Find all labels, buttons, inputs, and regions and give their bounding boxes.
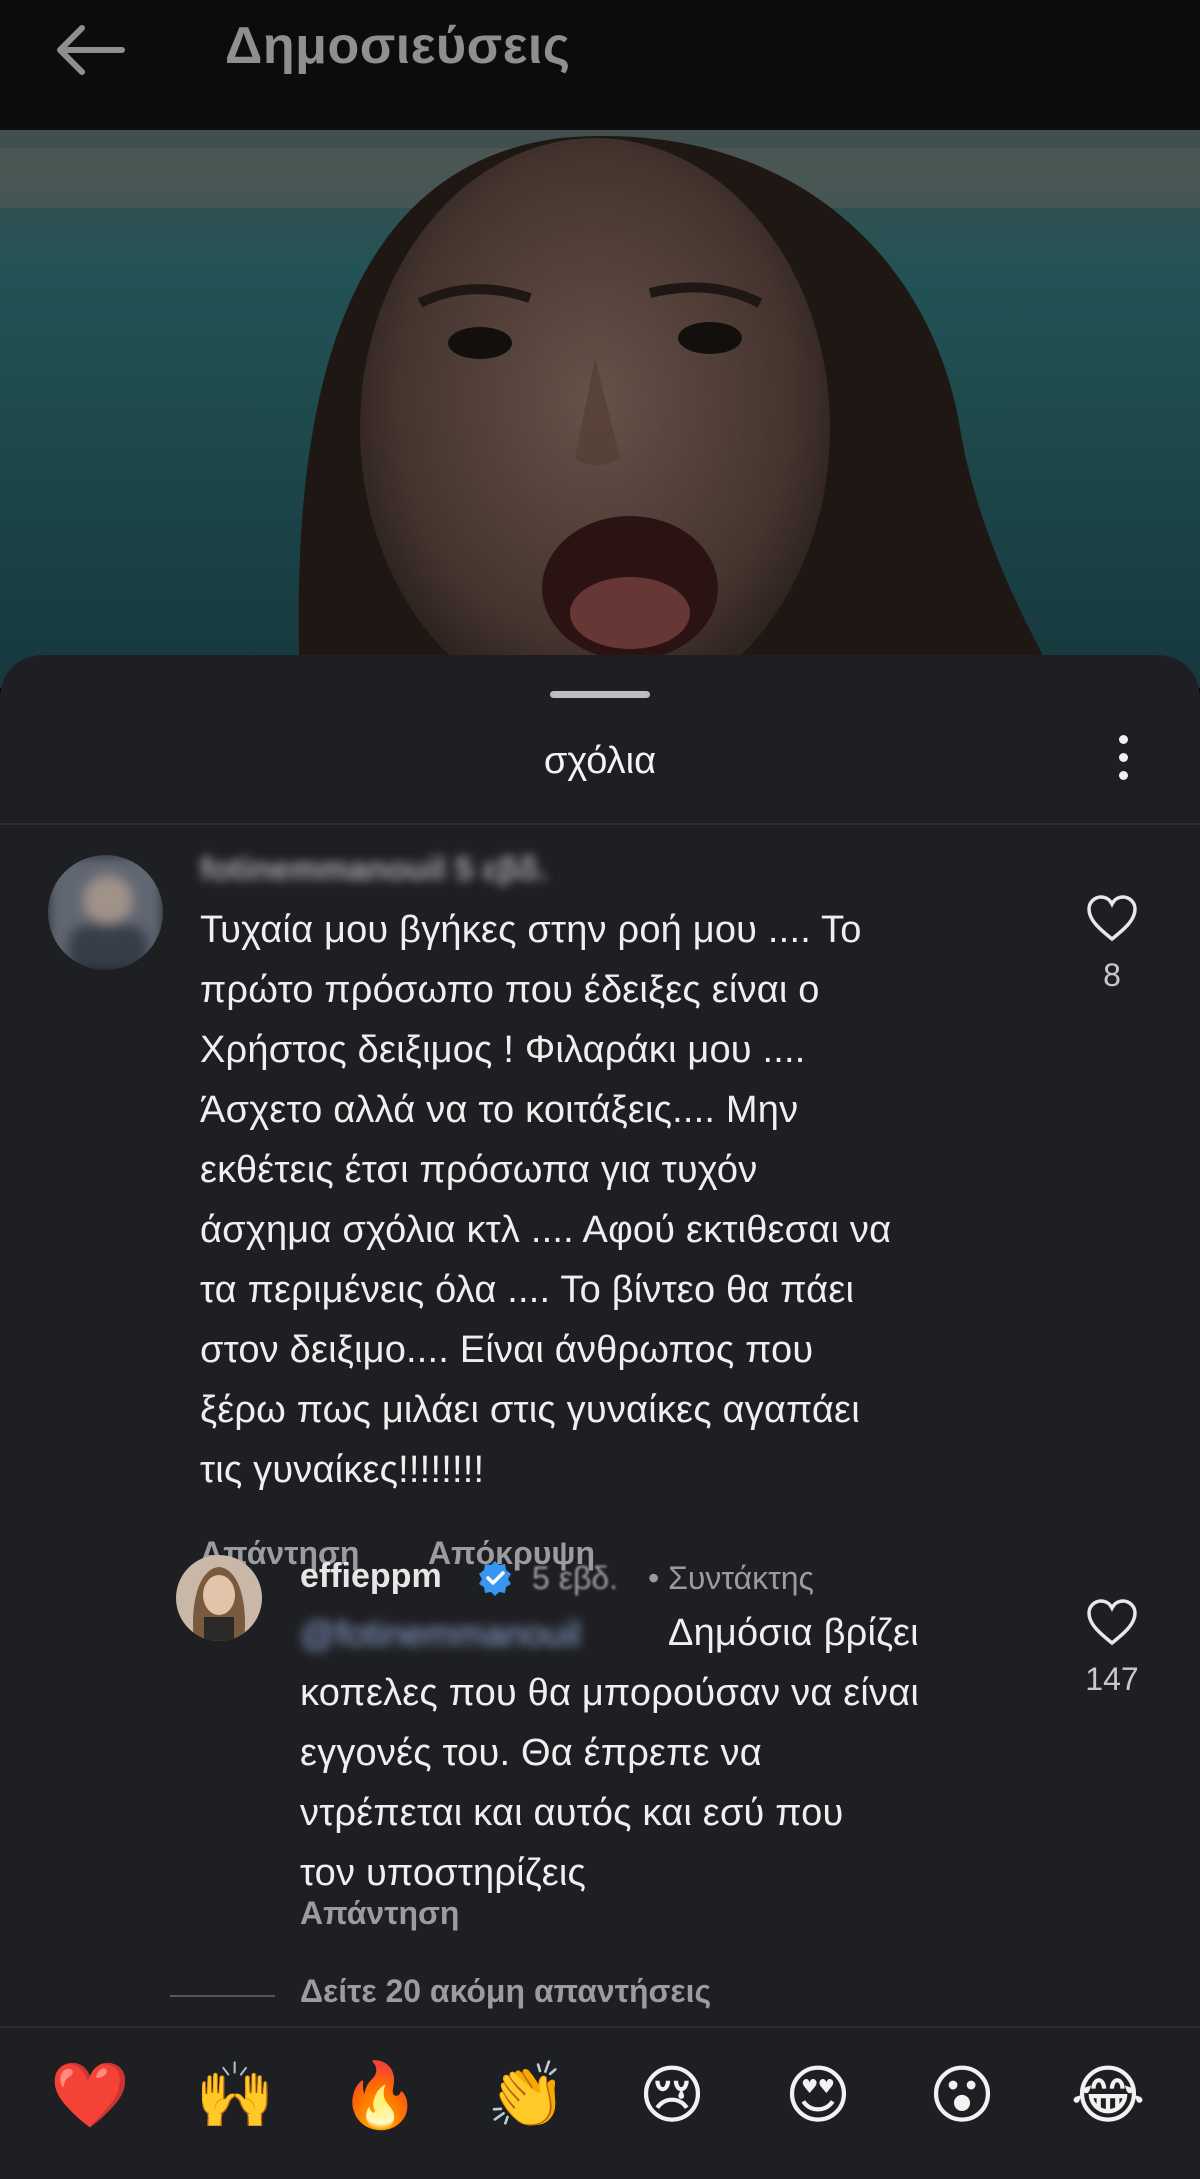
verified-badge-icon xyxy=(479,1561,511,1596)
reply-line: Δημόσια βρίζει xyxy=(668,1612,919,1654)
avatar[interactable] xyxy=(48,855,163,970)
view-more-replies-button[interactable]: Δείτε 20 ακόμη απαντήσεις xyxy=(300,1973,711,2010)
comment-line: Τυχαία μου βγήκες στην ροή μου .... Το xyxy=(200,909,862,951)
comment-line: Χρήστος δειξιμος ! Φιλαράκι μου .... xyxy=(200,1029,806,1071)
video-preview[interactable] xyxy=(0,128,1200,688)
comment-line: ξέρω πως μιλάει στις γυναίκες αγαπάει xyxy=(200,1389,860,1431)
laughing-tears-emoji[interactable]: 😂 xyxy=(1068,2056,1148,2136)
page-title: Δημοσιεύσεις xyxy=(225,17,571,75)
top-bar: Δημοσιεύσεις xyxy=(0,0,1200,130)
reply-time: 5 εβδ. xyxy=(532,1560,619,1596)
comment-text: Τυχαία μου βγήκες στην ροή μου .... Το π… xyxy=(200,900,1020,1500)
reply-button[interactable]: Απάντηση xyxy=(300,1895,459,1932)
like-count: 8 xyxy=(1103,957,1121,993)
like-count: 147 xyxy=(1085,1661,1139,1697)
video-frame-image xyxy=(0,128,1200,688)
reply-line: εγγονές του. Θα έπρεπε να xyxy=(300,1732,762,1774)
comment-line: στον δειξιμο.... Είναι άνθρωπος που xyxy=(200,1329,814,1371)
heart-icon[interactable] xyxy=(1085,893,1139,943)
reply-line: ντρέπεται και αυτός και εσύ που xyxy=(300,1792,844,1834)
comment-line: άσχημα σχόλια κτλ .... Αφού εκτιθεσαι να xyxy=(200,1209,892,1251)
reply-line: κοπελες που θα μπορούσαν να είναι xyxy=(300,1672,920,1714)
raising-hands-emoji[interactable]: 🙌 xyxy=(195,2056,275,2136)
more-vertical-icon[interactable] xyxy=(1108,735,1138,793)
drag-handle[interactable] xyxy=(550,691,650,698)
heart-eyes-emoji[interactable]: 😍 xyxy=(778,2056,858,2136)
crying-face-emoji[interactable]: 😢 xyxy=(632,2056,712,2136)
comment-line: τις γυναίκες!!!!!!!! xyxy=(200,1449,485,1491)
emoji-reaction-bar: ❤️ 🙌 🔥 👏 😢 😍 😮 😂 xyxy=(0,2026,1200,2179)
sheet-title: σχόλια xyxy=(543,740,657,782)
divider xyxy=(0,823,1200,825)
comments-sheet: σχόλια fotinemmanouil 5 εβδ. Τυχαία μου … xyxy=(0,655,1200,2177)
surprised-face-emoji[interactable]: 😮 xyxy=(922,2056,1002,2136)
clapping-hands-emoji[interactable]: 👏 xyxy=(487,2056,567,2136)
thread-line xyxy=(170,1995,275,1997)
heart-emoji[interactable]: ❤️ xyxy=(50,2056,130,2136)
fire-emoji[interactable]: 🔥 xyxy=(340,2056,420,2136)
reply-avatar[interactable] xyxy=(176,1555,262,1641)
heart-icon[interactable] xyxy=(1085,1597,1139,1647)
arrow-left-icon[interactable] xyxy=(50,20,130,80)
comment-username[interactable]: fotinemmanouil 5 εβδ. xyxy=(200,850,547,888)
comment-line: Άσχετο αλλά να το κοιτάξεις.... Μην xyxy=(200,1089,799,1131)
reply-line: τον υποστηρίζεις xyxy=(300,1852,587,1894)
comment-line: εκθέτεις έτσι πρόσωπα για τυχόν xyxy=(200,1149,758,1191)
comment-line: πρώτο πρόσωπο που έδειξες είναι ο xyxy=(200,969,820,1011)
comment-line: τα περιμένεις όλα .... Το βίντεο θα πάει xyxy=(200,1269,855,1311)
reply-username[interactable]: effieppm xyxy=(300,1557,442,1596)
reply-text: Δημόσια βρίζει κοπελες που θα μπορούσαν … xyxy=(300,1603,1060,1903)
author-role: • Συντάκτης xyxy=(648,1560,814,1596)
